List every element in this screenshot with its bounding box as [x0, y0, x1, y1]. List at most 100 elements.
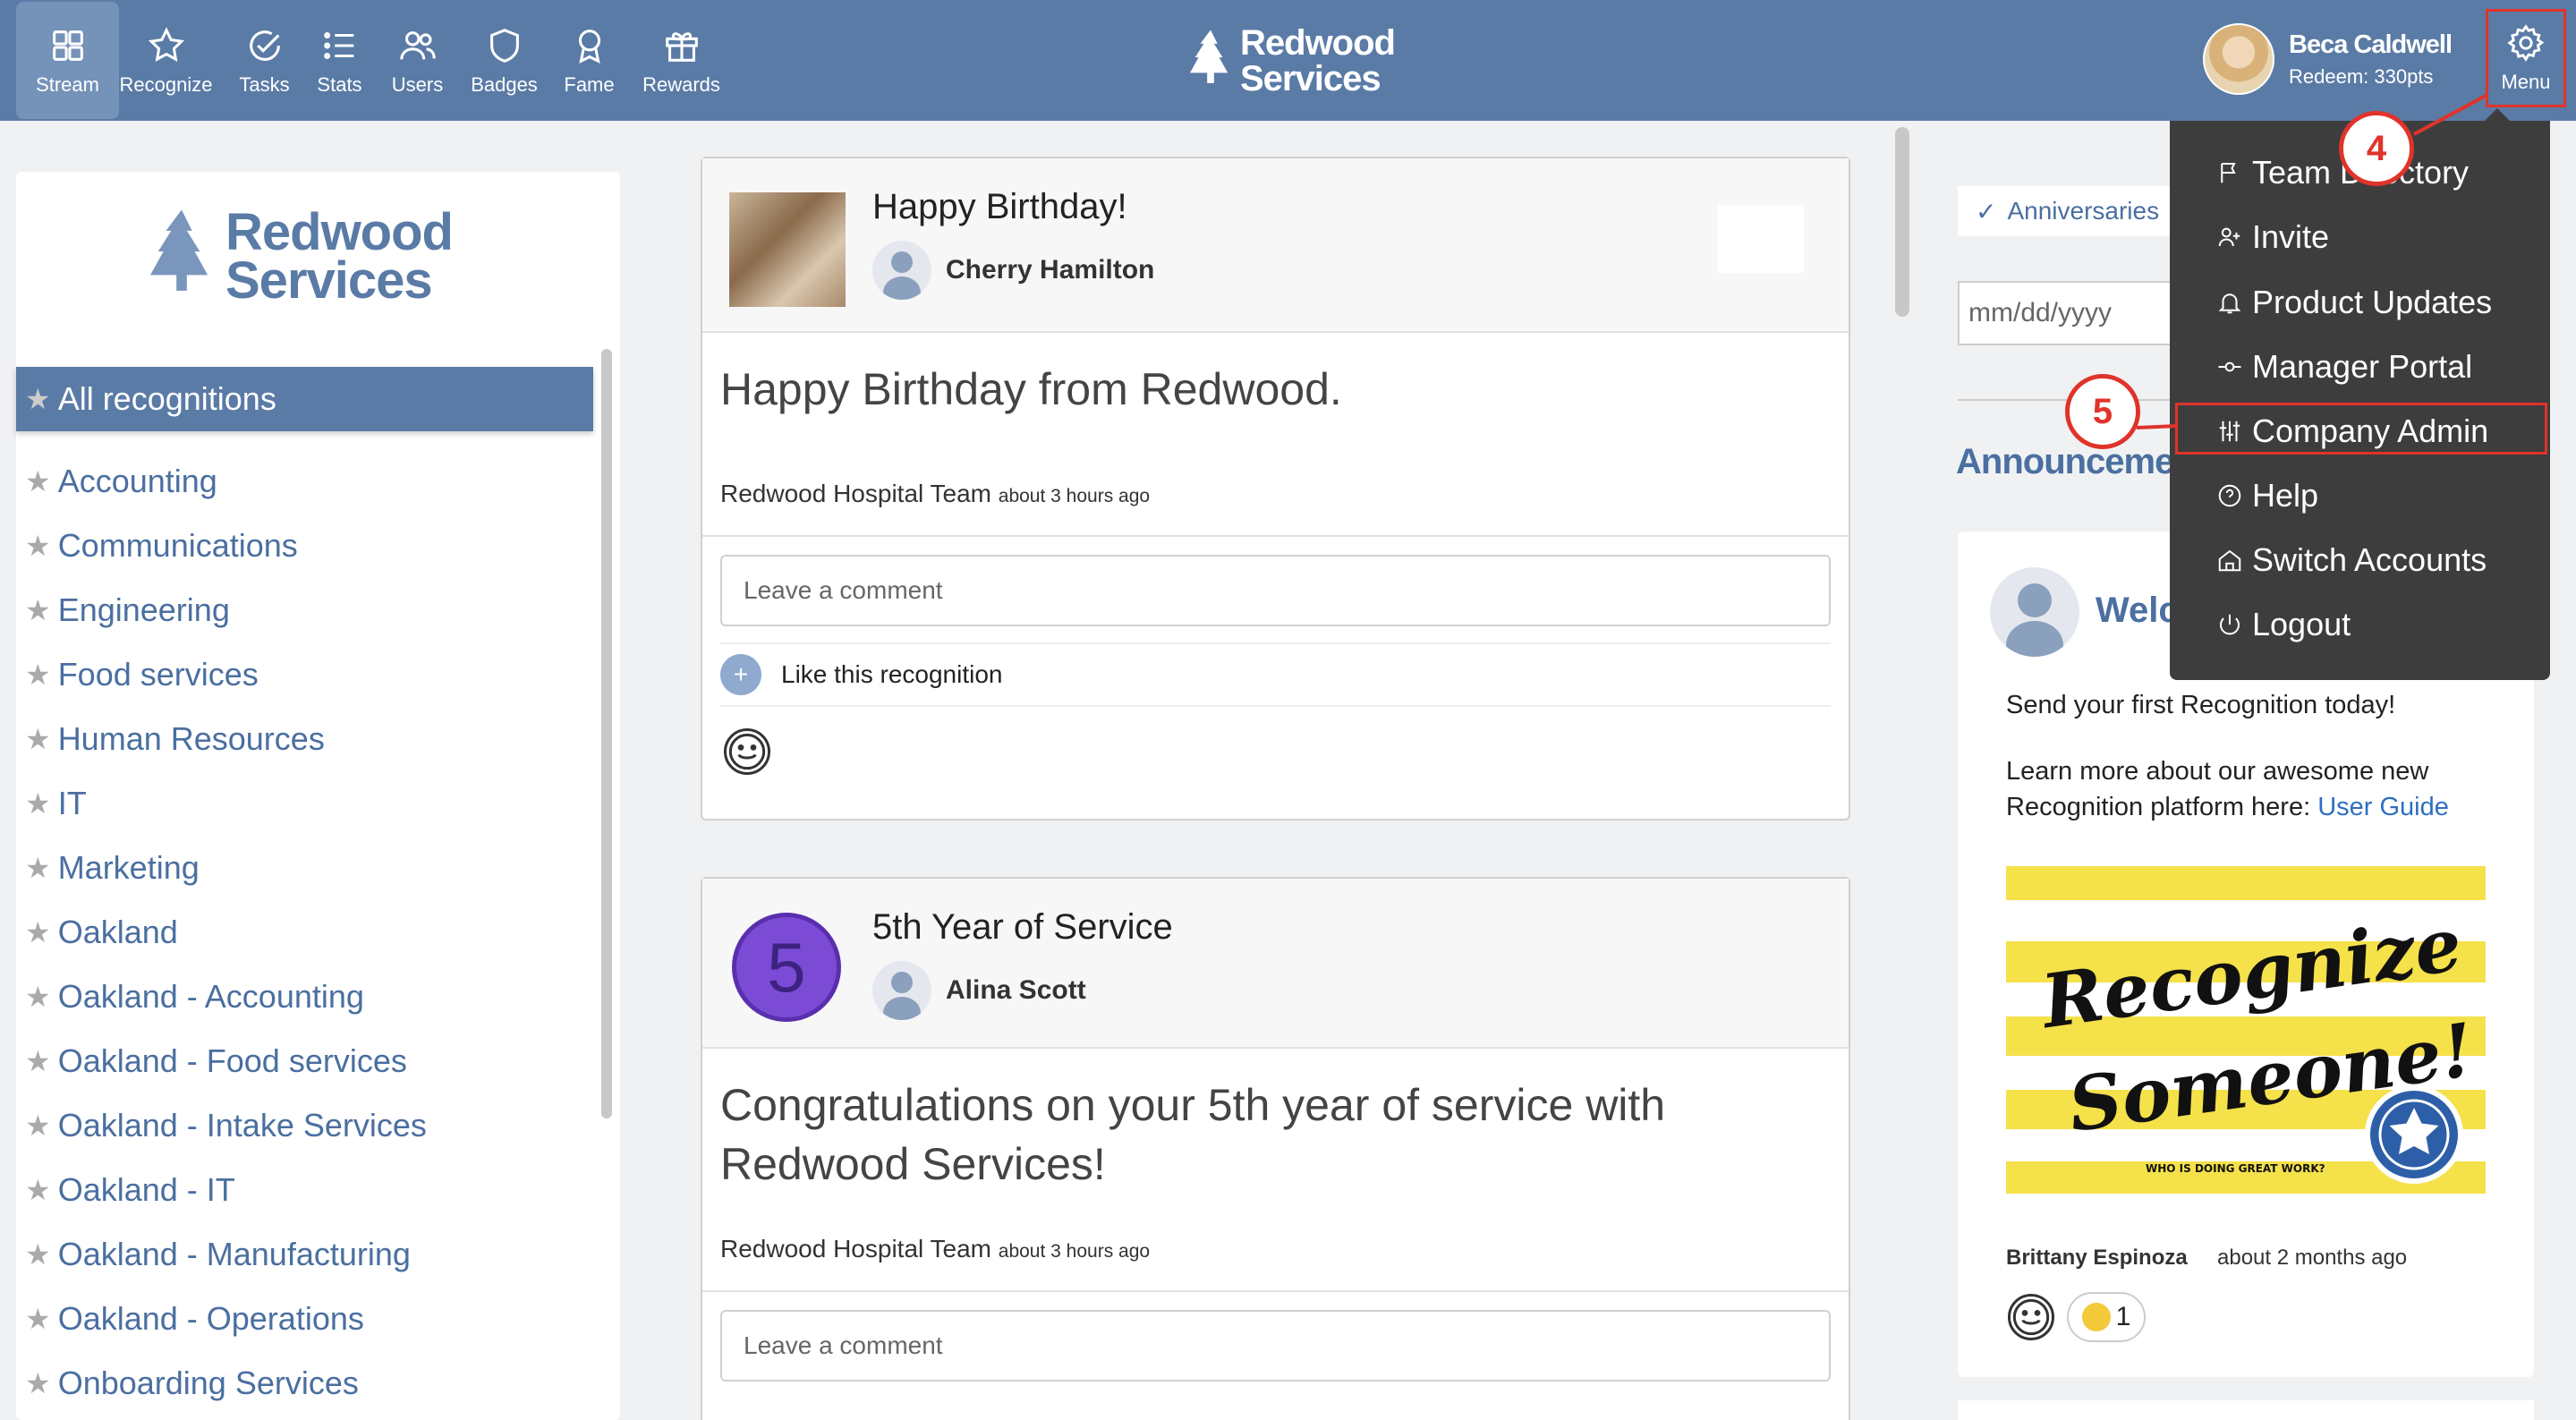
brand-name-line2: Services — [1240, 59, 1382, 98]
top-navbar: Stream Recognize Tasks Stats Users Badge… — [0, 0, 2576, 121]
category-label: Oakland - IT — [57, 1171, 235, 1208]
star-icon: ★ — [25, 723, 51, 755]
category-item[interactable]: ★ IT — [25, 771, 427, 836]
menu-item-product-updates[interactable]: Product Updates — [2216, 275, 2492, 330]
nav-rewards-label: Rewards — [642, 72, 720, 96]
user-points: Redeem: 330pts — [2289, 64, 2434, 88]
announcement-time: about 2 months ago — [2217, 1246, 2408, 1270]
check-icon: ✓ — [1976, 197, 1997, 225]
star-icon: ★ — [25, 1238, 51, 1271]
question-icon — [2218, 484, 2241, 507]
category-item[interactable]: ★ Human Resources — [25, 707, 427, 771]
category-label: Oakland - Manufacturing — [57, 1236, 411, 1272]
sidebar-logo-line2: Services — [225, 251, 433, 310]
sidebar-logo: Redwood Services — [150, 203, 454, 310]
brand-logo[interactable]: Redwood Services — [1190, 23, 1396, 98]
recognition-post: Happy Birthday! Cherry Hamilton Happy Bi… — [701, 157, 1850, 821]
sidebar-scrollbar[interactable] — [601, 349, 612, 1118]
post-recipient[interactable]: Cherry Hamilton — [872, 241, 1154, 300]
comment-input[interactable]: Leave a comment — [720, 1310, 1831, 1382]
menu-item-logout[interactable]: Logout — [2216, 597, 2351, 652]
menu-item-switch-accounts[interactable]: Switch Accounts — [2216, 532, 2487, 588]
post-badge-placeholder — [1718, 205, 1804, 273]
menu-item-manager-portal[interactable]: Manager Portal — [2216, 339, 2472, 395]
category-item[interactable]: ★ Marketing — [25, 836, 427, 900]
menu-item-help[interactable]: Help — [2216, 468, 2318, 523]
category-item[interactable]: ★ Oakland - Operations — [25, 1287, 427, 1351]
menu-button[interactable]: Menu — [2486, 9, 2566, 107]
category-all-recognitions[interactable]: ★ All recognitions — [16, 367, 593, 431]
category-item[interactable]: ★ Accounting — [25, 449, 427, 514]
avatar — [872, 961, 931, 1020]
reaction-count-button[interactable]: 1 — [2067, 1292, 2146, 1342]
gift-icon — [665, 31, 698, 62]
category-label: Food services — [57, 656, 259, 693]
category-item[interactable]: ★ Oakland - Intake Services — [25, 1093, 427, 1158]
smiley-icon[interactable] — [2006, 1292, 2056, 1342]
avatar — [1990, 567, 2079, 657]
comment-input[interactable]: Leave a comment — [720, 555, 1831, 626]
star-icon: ★ — [25, 1367, 51, 1399]
feed-scrollbar[interactable] — [1895, 127, 1909, 317]
category-item[interactable]: ★ Oakland - Food services — [25, 1029, 427, 1093]
user-profile[interactable]: Beca Caldwell Redeem: 330pts — [2203, 23, 2453, 95]
post-message: Congratulations on your 5th year of serv… — [720, 1080, 1666, 1189]
menu-item-label: Logout — [2252, 606, 2351, 642]
recipient-name: Cherry Hamilton — [946, 255, 1155, 285]
banner-caption: WHO IS DOING GREAT WORK? — [2146, 1162, 2325, 1175]
post-header: Happy Birthday! Cherry Hamilton — [702, 158, 1849, 333]
grid-icon — [52, 30, 83, 61]
users-icon — [399, 30, 436, 59]
category-label: Communications — [57, 527, 298, 564]
like-label: Like this recognition — [781, 660, 1003, 688]
tree-icon — [150, 209, 208, 291]
date-input[interactable]: mm/dd/yyyy — [1958, 281, 2190, 345]
category-label: Human Resources — [57, 720, 325, 757]
menu-item-invite[interactable]: Invite — [2216, 209, 2329, 265]
avatar — [2203, 23, 2274, 95]
plus-icon: + — [720, 654, 761, 695]
anniversaries-filter[interactable]: ✓ Anniversaries — [1958, 186, 2172, 236]
star-icon: ★ — [25, 981, 51, 1013]
category-label: Oakland — [57, 914, 178, 950]
menu-item-label: Help — [2252, 477, 2319, 514]
menu-item-label: Invite — [2252, 218, 2330, 255]
nav-stream[interactable]: Stream — [16, 2, 119, 119]
post-title: Happy Birthday! — [872, 187, 1127, 226]
category-item[interactable]: ★ Oakland - Manufacturing — [25, 1222, 427, 1287]
category-item[interactable]: ★ Communications — [25, 514, 427, 578]
banner-graphic: Recognize Someone! WHO IS DOING GREAT WO… — [2006, 866, 2486, 1208]
category-label: Onboarding Services — [57, 1365, 359, 1401]
post-header: 5 5th Year of Service Alina Scott — [702, 879, 1849, 1049]
category-label: Marketing — [57, 849, 200, 886]
user-guide-link[interactable]: User Guide — [2317, 793, 2449, 821]
user-plus-icon — [2218, 227, 2240, 247]
category-label: Engineering — [57, 591, 230, 628]
star-icon: ★ — [25, 916, 51, 948]
shield-icon — [489, 28, 519, 63]
brand-name-line1: Redwood — [1240, 23, 1396, 63]
star-icon: ★ — [25, 787, 51, 820]
anniversaries-label: Anniversaries — [2007, 197, 2160, 225]
category-item[interactable]: ★ Oakland - Accounting — [25, 965, 427, 1029]
smiley-icon[interactable] — [722, 727, 772, 777]
nav-rewards[interactable]: Rewards — [630, 0, 733, 121]
category-item[interactable]: ★ Oakland - IT — [25, 1158, 427, 1222]
category-label: Oakland - Intake Services — [57, 1107, 427, 1144]
star-icon: ★ — [25, 1110, 51, 1142]
nav-recognize[interactable]: Recognize — [115, 0, 217, 121]
category-item[interactable]: ★ Food services — [25, 642, 427, 707]
star-icon: ★ — [25, 383, 51, 415]
nav-fame[interactable]: Fame — [538, 0, 641, 121]
like-button[interactable]: + Like this recognition — [720, 642, 1831, 707]
nav-stream-label: Stream — [36, 72, 99, 96]
recipient-name: Alina Scott — [946, 975, 1086, 1005]
category-item[interactable]: ★ Onboarding Services — [25, 1351, 427, 1416]
category-label: IT — [57, 785, 87, 821]
nav-users-label: Users — [391, 72, 444, 96]
sidebar-logo-line1: Redwood — [225, 203, 454, 261]
category-item[interactable]: ★ Engineering — [25, 578, 427, 642]
post-recipient[interactable]: Alina Scott — [872, 961, 1086, 1020]
category-item[interactable]: ★ Oakland — [25, 900, 427, 965]
grin-emoji-icon — [2081, 1303, 2111, 1331]
